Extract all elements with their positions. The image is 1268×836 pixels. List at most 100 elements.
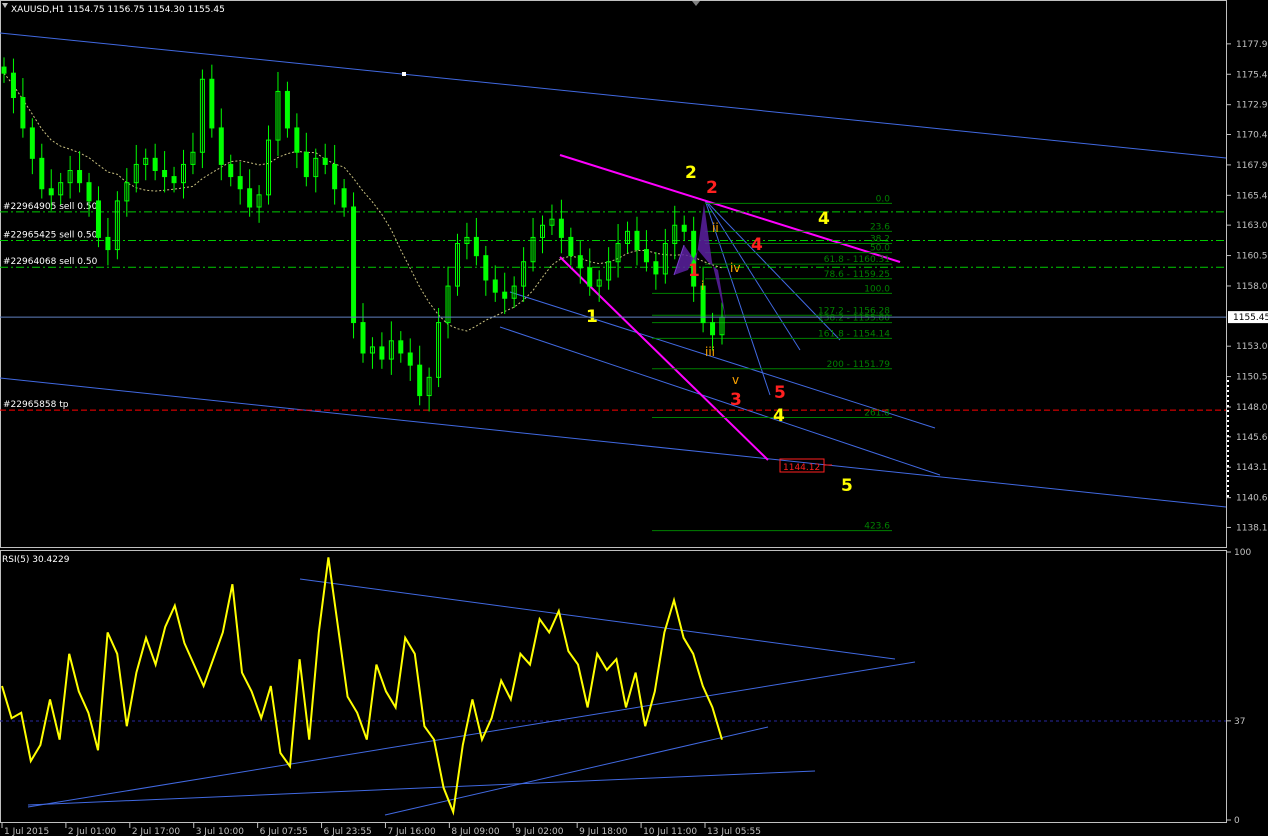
candle-body (681, 224, 687, 232)
fan-trendline-b[interactable] (704, 199, 801, 351)
wave-yellow-4b: 4 (773, 406, 785, 426)
candle-body (587, 267, 593, 287)
wave-yellow-2: 2 (685, 163, 697, 183)
wave-roman-iii: iii (705, 345, 715, 359)
candle-body (29, 127, 35, 159)
candle-body (483, 255, 489, 281)
candle-body (218, 127, 224, 165)
rsi-axis-label: 100 (1234, 548, 1251, 558)
sell-order-label: #22964068 sell 0.50 (3, 257, 98, 267)
candle-body (303, 151, 309, 178)
price-axis-label: 1158.01 (1236, 282, 1268, 292)
price-axis: 1177.91 1175.41 1172.91 1170.46 1167.96 1165.… (1226, 40, 1268, 533)
fib-level-label: 50.0 (870, 244, 890, 254)
candle-body (473, 236, 479, 257)
sell-order-label: #22965425 sell 0.50 (3, 230, 98, 240)
wave-roman-v: v (732, 373, 739, 387)
trading-chart[interactable]: 0.023.638.250.061.8 - 1160.3178.6 - 1159… (0, 0, 1268, 836)
candle-body (152, 157, 158, 172)
magenta-upper-line[interactable] (559, 154, 901, 263)
time-axis-label: 7 Jul 16:00 (387, 827, 436, 836)
order-lines: #22964905 sell 0.50 #22965425 sell 0.50 #2… (0, 202, 1226, 411)
candle-body (39, 157, 45, 190)
trendline-anchor-handle[interactable] (402, 72, 406, 76)
price-axis-label: 1170.46 (1236, 130, 1268, 140)
time-axis-label: 9 Jul 18:00 (579, 827, 628, 836)
rsi-axis-label: 37 (1234, 717, 1245, 727)
time-axis-label: 2 Jul 01:00 (68, 827, 117, 836)
candle-body (332, 163, 338, 190)
fib-level-label: 23.6 (870, 222, 890, 232)
candle-body (653, 261, 659, 275)
candle-body (322, 157, 328, 165)
chart-menu-chevron-icon[interactable] (2, 3, 8, 8)
wave-red-5: 5 (774, 383, 786, 403)
price-axis-label: 1177.91 (1236, 40, 1268, 50)
candle-body (360, 322, 366, 354)
candle-body (228, 163, 234, 178)
candle-body (162, 170, 168, 178)
price-candles (1, 57, 725, 412)
price-axis-label: 1165.46 (1236, 191, 1268, 201)
fib-level-label: 78.6 - 1159.25 (824, 270, 890, 280)
wave-red-1: 1 (688, 261, 700, 281)
lower-channel-trendline[interactable] (0, 377, 1227, 508)
fib-level-label: 100.0 (864, 284, 890, 294)
upper-channel-trendline[interactable] (0, 32, 1227, 159)
candle-body (105, 236, 111, 251)
time-axis-label: 6 Jul 07:55 (260, 827, 308, 836)
price-axis-label: 1163.01 (1236, 221, 1268, 231)
wave-red-4: 4 (751, 235, 763, 255)
candle-body (492, 279, 498, 293)
candle-body (417, 364, 423, 397)
fib-level-label: 0.0 (876, 194, 891, 204)
candle-body (502, 291, 508, 299)
time-axis-label: 6 Jul 23:55 (324, 827, 372, 836)
price-axis-label: 1138.16 (1236, 523, 1268, 533)
time-axis-label: 1 Jul 2015 (4, 827, 49, 836)
candle-body (351, 206, 357, 324)
rsi-axis: 100 37 0 (1226, 548, 1251, 826)
price-axis-label: 1143.11 (1236, 463, 1268, 473)
panel-collapse-icon[interactable] (692, 1, 700, 6)
price-axis-label: 1175.41 (1236, 70, 1268, 80)
wave-yellow-4a: 4 (818, 209, 830, 229)
candle-body (1, 66, 7, 74)
fib-level-label: 61.8 - 1160.31 (824, 255, 890, 265)
fib-level-label: 138.2 - 1155.80 (818, 314, 890, 324)
channel-trendline-a[interactable] (499, 326, 941, 476)
wave-red-2: 2 (706, 178, 718, 198)
wave-roman-ii: ii (712, 221, 719, 235)
candle-body (558, 218, 564, 238)
price-axis-label: 1160.51 (1236, 252, 1268, 262)
price-axis-label: 1167.96 (1236, 161, 1268, 171)
time-axis-label: 9 Jul 02:00 (515, 827, 564, 836)
fib-level-label: 200 - 1151.79 (827, 360, 891, 370)
time-axis: 1 Jul 2015 2 Jul 01:00 2 Jul 17:00 3 Jul 10… (1, 823, 761, 836)
wave-roman-i: i (701, 279, 704, 293)
candle-body (643, 249, 649, 263)
price-panel-frame (0, 0, 1227, 548)
wave-red-3: 3 (730, 390, 742, 410)
rsi-upper-trendline[interactable] (299, 578, 896, 660)
price-axis-label: 1140.61 (1236, 494, 1268, 504)
time-axis-label: 10 Jul 11:00 (643, 827, 697, 836)
candle-body (209, 78, 215, 129)
time-axis-label: 3 Jul 10:00 (196, 827, 245, 836)
candle-body (95, 200, 101, 238)
rsi-rising-trendline-2[interactable] (384, 726, 769, 816)
magenta-lower-line[interactable] (559, 256, 769, 461)
candle-body (77, 170, 83, 184)
candle-body (577, 255, 583, 269)
candle-body (634, 230, 640, 251)
candle-body (10, 72, 16, 99)
candle-body (171, 176, 177, 184)
price-axis-label: 1153.06 (1236, 342, 1268, 352)
price-axis-label: 1148.06 (1236, 403, 1268, 413)
candle-body (284, 90, 290, 129)
candle-body (20, 97, 26, 129)
chart-symbol-header: XAUUSD,H1 1154.75 1156.75 1154.30 1155.4… (11, 5, 225, 15)
rsi-rising-trendline[interactable] (27, 661, 916, 808)
candle-body (341, 188, 347, 208)
current-price-label: 1155.45 (1233, 313, 1268, 323)
